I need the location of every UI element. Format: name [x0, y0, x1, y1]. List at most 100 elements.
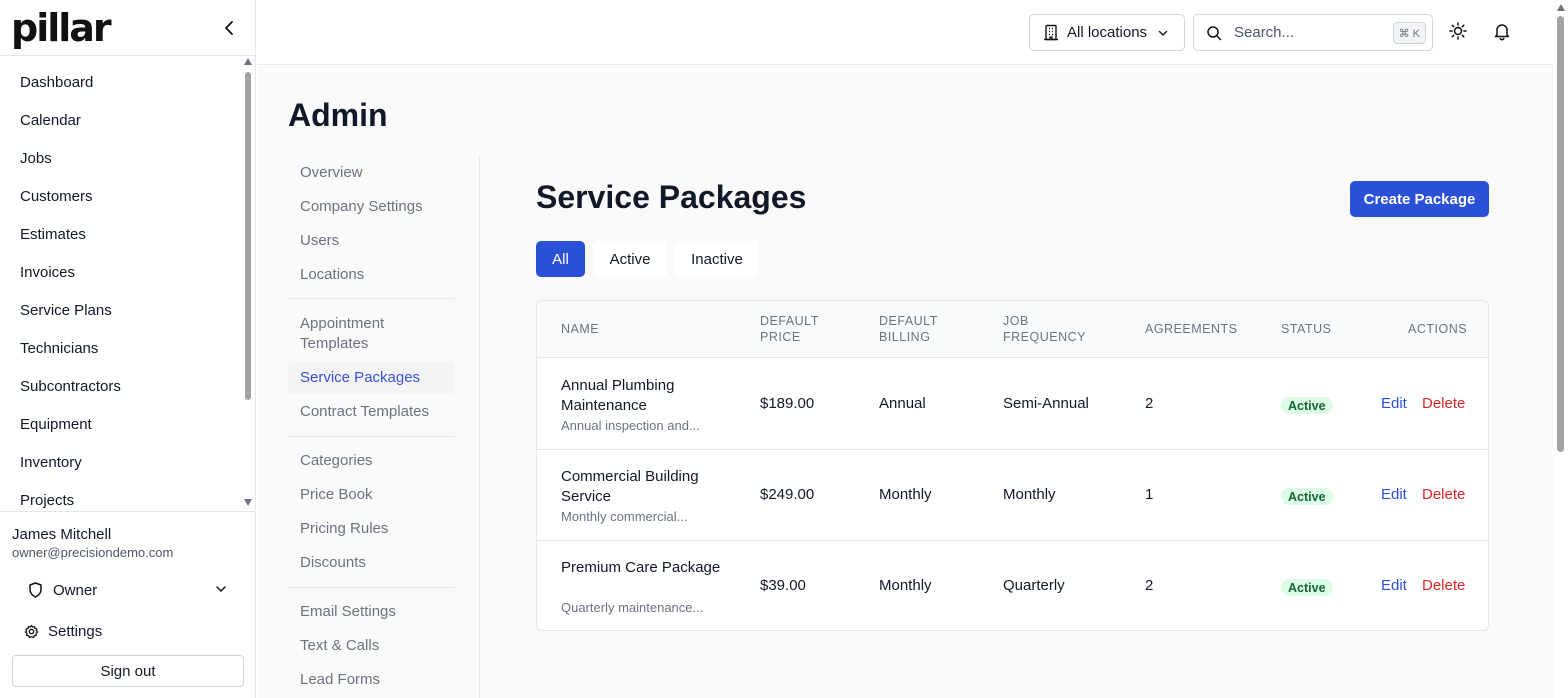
sidebar: pillar Dashboard Calendar Jobs Customers…	[0, 0, 256, 698]
sidebar-scrollbar[interactable]	[242, 58, 254, 510]
col-default-billing: DEFAULT BILLING	[879, 314, 938, 344]
subnav-contract-templates[interactable]: Contract Templates	[288, 402, 455, 422]
topbar: All locations ⌘ K	[257, 0, 1553, 65]
building-icon	[1044, 24, 1058, 41]
settings-link[interactable]: Settings	[24, 623, 102, 640]
package-agreements: 1	[1145, 486, 1154, 503]
sidebar-item-service-plans[interactable]: Service Plans	[20, 302, 112, 319]
subnav-lead-forms[interactable]: Lead Forms	[288, 670, 455, 690]
sidebar-item-calendar[interactable]: Calendar	[20, 112, 81, 129]
sidebar-item-inventory[interactable]: Inventory	[20, 454, 82, 471]
sun-icon	[1449, 22, 1467, 40]
notifications-button[interactable]	[1492, 21, 1514, 43]
gear-icon	[24, 624, 39, 639]
subnav-users[interactable]: Users	[288, 231, 455, 251]
subnav-service-packages[interactable]: Service Packages	[288, 362, 455, 394]
location-selector[interactable]: All locations	[1029, 14, 1185, 51]
sidebar-item-estimates[interactable]: Estimates	[20, 226, 86, 243]
search-input[interactable]	[1234, 24, 1374, 41]
sidebar-item-equipment[interactable]: Equipment	[20, 416, 92, 433]
delete-link[interactable]: Delete	[1422, 577, 1465, 594]
col-agreements: AGREEMENTS	[1145, 322, 1238, 336]
logo: pillar	[11, 6, 112, 50]
table-row: Premium Care Package Quarterly maintenan…	[537, 541, 1488, 630]
delete-link[interactable]: Delete	[1422, 486, 1465, 503]
subnav-overview[interactable]: Overview	[288, 163, 455, 183]
subnav-email-settings[interactable]: Email Settings	[288, 602, 455, 622]
scroll-up-arrow-icon[interactable]	[244, 58, 252, 65]
packages-table: NAME DEFAULT PRICE DEFAULT BILLING JOB F…	[536, 300, 1489, 631]
package-frequency: Monthly	[1003, 486, 1056, 503]
admin-subnav: Overview Company Settings Users Location…	[288, 156, 480, 698]
bell-icon	[1494, 24, 1510, 41]
package-agreements: 2	[1145, 395, 1154, 412]
sidebar-item-technicians[interactable]: Technicians	[20, 340, 98, 357]
page-scrollbar[interactable]	[1553, 0, 1568, 698]
settings-label: Settings	[48, 623, 103, 640]
edit-link[interactable]: Edit	[1381, 486, 1407, 503]
sidebar-item-projects[interactable]: Projects	[20, 492, 74, 509]
scroll-up-arrow-icon[interactable]	[1557, 4, 1565, 11]
package-billing: Monthly	[879, 486, 932, 503]
edit-link[interactable]: Edit	[1381, 395, 1407, 412]
package-price: $249.00	[760, 486, 815, 503]
collapse-sidebar-button[interactable]	[218, 16, 242, 40]
status-badge: Active	[1281, 488, 1333, 505]
page-title: Admin	[288, 97, 388, 133]
package-price: $189.00	[760, 395, 815, 412]
subnav-appointment-templates[interactable]: Appointment Templates	[288, 314, 455, 354]
col-default-price: DEFAULT PRICE	[760, 314, 819, 344]
user-block: James Mitchell owner@precisiondemo.com O…	[0, 511, 256, 698]
section-title: Service Packages	[536, 179, 807, 215]
theme-toggle-button[interactable]	[1448, 21, 1470, 43]
subnav-price-book[interactable]: Price Book	[288, 485, 455, 505]
create-package-button[interactable]: Create Package	[1350, 181, 1489, 217]
subnav-company-settings[interactable]: Company Settings	[288, 197, 455, 217]
filter-active[interactable]: Active	[593, 241, 667, 277]
sidebar-item-dashboard[interactable]: Dashboard	[20, 74, 93, 91]
subnav-categories[interactable]: Categories	[288, 451, 455, 471]
filter-inactive[interactable]: Inactive	[675, 241, 759, 277]
table-row: Annual Plumbing Maintenance Annual inspe…	[537, 359, 1488, 450]
chevron-down-icon	[1158, 30, 1168, 36]
user-email: owner@precisiondemo.com	[12, 545, 174, 560]
package-description: Quarterly maintenance...	[561, 600, 704, 615]
sidebar-scroll-thumb[interactable]	[245, 72, 251, 400]
page-scroll-thumb[interactable]	[1557, 16, 1564, 452]
edit-link[interactable]: Edit	[1381, 577, 1407, 594]
col-job-frequency: JOB FREQUENCY	[1003, 314, 1086, 344]
subnav-locations[interactable]: Locations	[288, 265, 455, 285]
package-name: Annual Plumbing Maintenance	[561, 377, 675, 414]
status-badge: Active	[1281, 579, 1333, 596]
package-description: Annual inspection and...	[561, 418, 700, 433]
subnav-discounts[interactable]: Discounts	[288, 553, 455, 573]
package-description: Monthly commercial...	[561, 509, 688, 524]
scroll-down-arrow-icon[interactable]	[244, 499, 252, 506]
sidebar-item-customers[interactable]: Customers	[20, 188, 93, 205]
col-name: NAME	[561, 322, 600, 336]
user-name: James Mitchell	[12, 526, 112, 543]
col-status: STATUS	[1281, 322, 1332, 336]
package-price: $39.00	[760, 577, 806, 594]
role-selector[interactable]: Owner	[28, 579, 228, 601]
filter-all[interactable]: All	[536, 241, 585, 277]
search-box: ⌘ K	[1193, 14, 1433, 51]
sidebar-nav: Dashboard Calendar Jobs Customers Estima…	[0, 62, 256, 510]
location-label: All locations	[1067, 24, 1148, 41]
role-label: Owner	[53, 581, 98, 599]
delete-link[interactable]: Delete	[1422, 395, 1465, 412]
package-agreements: 2	[1145, 577, 1154, 594]
shortcut-hint: ⌘ K	[1392, 22, 1426, 44]
subnav-pricing-rules[interactable]: Pricing Rules	[288, 519, 455, 539]
package-name: Premium Care Package	[561, 559, 721, 576]
package-frequency: Quarterly	[1003, 577, 1065, 594]
sidebar-item-invoices[interactable]: Invoices	[20, 264, 75, 281]
status-badge: Active	[1281, 397, 1333, 414]
subnav-text-calls[interactable]: Text & Calls	[288, 636, 455, 656]
package-billing: Annual	[879, 395, 926, 412]
sidebar-item-jobs[interactable]: Jobs	[20, 150, 52, 167]
sidebar-item-subcontractors[interactable]: Subcontractors	[20, 378, 121, 395]
sign-out-button[interactable]: Sign out	[12, 655, 244, 687]
package-name: Commercial Building Service	[561, 468, 699, 505]
main-content: Admin Overview Company Settings Users Lo…	[257, 66, 1553, 698]
